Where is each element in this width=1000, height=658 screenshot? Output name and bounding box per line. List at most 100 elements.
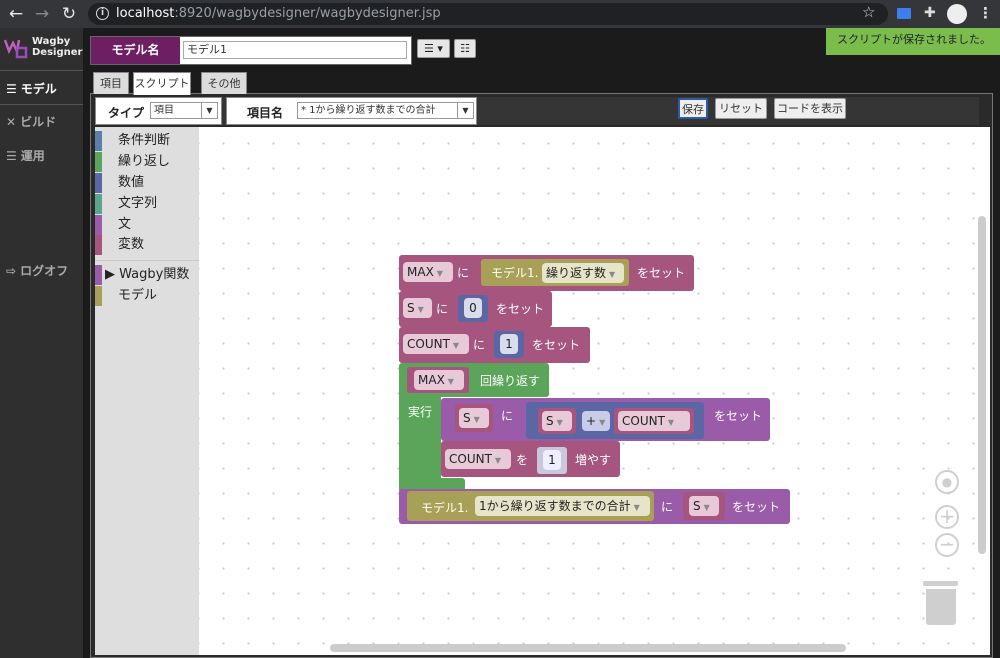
- type-select[interactable]: 項目 ▼: [150, 102, 218, 119]
- field-dropdown[interactable]: 繰り返す数 ▼: [542, 263, 624, 283]
- model-name-input[interactable]: モデル1: [183, 41, 407, 59]
- field-dropdown[interactable]: 1から繰り返す数までの合計 ▼: [475, 496, 650, 516]
- script-toolbar: タイプ 項目 ▼ 項目名 * 1から繰り返す数までの合計 ▼ 保存 リセット コ…: [95, 97, 979, 125]
- block-text: 実行: [408, 405, 433, 419]
- logo-line2: Designer: [32, 47, 83, 58]
- sidebar-item-label: 運用: [20, 149, 45, 163]
- block-text: を: [516, 453, 529, 467]
- model-field-block[interactable]: モデル1. 1から繰り返す数までの合計 ▼: [407, 491, 654, 521]
- sidebar-item-build[interactable]: ✕ ビルド: [6, 113, 56, 130]
- model-field-block[interactable]: モデル1. 繰り返す数 ▼: [481, 259, 629, 286]
- variable-name: MAX: [418, 373, 445, 387]
- variable-dropdown[interactable]: S ▼: [403, 298, 432, 318]
- database-icon: ☰: [6, 81, 17, 96]
- category-variables[interactable]: 変数: [95, 235, 199, 255]
- arithmetic-block[interactable]: S ▼ + ▼ COUNT ▼: [526, 402, 704, 439]
- variable-get-block[interactable]: S ▼: [455, 404, 493, 432]
- operator: +: [586, 414, 597, 428]
- set-variable-block[interactable]: COUNT ▼ に 1 をセット: [399, 327, 590, 363]
- chevron-down-icon: ▼: [417, 305, 424, 314]
- recenter-icon[interactable]: ●: [935, 470, 959, 494]
- show-code-button[interactable]: コードを表示: [774, 98, 846, 119]
- bookmark-star-icon[interactable]: ☆: [862, 3, 875, 21]
- number-block[interactable]: 0: [458, 295, 488, 322]
- category-statement[interactable]: 文: [95, 215, 199, 235]
- extension-screen-icon[interactable]: [897, 8, 911, 19]
- category-math[interactable]: 数値: [95, 173, 199, 193]
- variable-name: COUNT: [407, 337, 450, 351]
- tab-items[interactable]: 項目: [93, 72, 129, 94]
- variable-dropdown[interactable]: S ▼: [689, 496, 719, 516]
- set-variable-block[interactable]: S ▼ に S ▼ + ▼ COUNT ▼ をセット: [441, 398, 770, 441]
- variable-dropdown[interactable]: COUNT ▼: [403, 334, 469, 354]
- operator-dropdown[interactable]: + ▼: [582, 411, 610, 431]
- address-bar[interactable]: i localhost:8920/wagbydesigner/wagbydesi…: [88, 3, 888, 25]
- extensions-puzzle-icon[interactable]: ✚: [924, 5, 936, 21]
- category-color: [95, 286, 102, 306]
- category-loops[interactable]: 繰り返し: [95, 152, 199, 172]
- sidebar-item-label: モデル: [20, 82, 57, 96]
- set-model-field-block[interactable]: モデル1. 1から繰り返す数までの合計 ▼ に S ▼ をセット: [399, 489, 790, 524]
- variable-get-block[interactable]: COUNT ▼: [614, 408, 694, 434]
- variable-get-block[interactable]: S ▼: [538, 408, 576, 434]
- zoom-in-icon[interactable]: +: [935, 505, 959, 529]
- variable-dropdown[interactable]: MAX ▼: [414, 370, 464, 390]
- database-dropdown-button[interactable]: ☰ ▾: [417, 39, 450, 58]
- list-view-button[interactable]: ☷: [454, 39, 476, 58]
- variable-dropdown[interactable]: MAX ▼: [403, 262, 453, 282]
- chevron-down-icon: ▼: [599, 418, 606, 427]
- type-selector-group: タイプ 項目 ▼: [95, 97, 222, 125]
- set-variable-block[interactable]: MAX ▼ に モデル1. 繰り返す数 ▼ をセット: [399, 255, 694, 291]
- category-label: ▶ Wagby関数: [105, 267, 190, 282]
- profile-avatar[interactable]: [947, 4, 967, 24]
- browser-menu-icon[interactable]: ⋮: [978, 4, 993, 22]
- block-text: 増やす: [575, 453, 612, 467]
- number-value[interactable]: 1: [500, 334, 518, 354]
- category-model[interactable]: モデル: [95, 286, 199, 306]
- block-text: をセット: [496, 302, 545, 316]
- tab-other[interactable]: その他: [201, 72, 247, 94]
- wagby-designer-logo: Wagby Designer: [2, 32, 82, 62]
- number-value[interactable]: 0: [464, 298, 482, 318]
- logo-mark-icon: [4, 39, 28, 59]
- sidebar-item-logoff[interactable]: ⇨ ログオフ: [6, 262, 68, 279]
- variable-get-block[interactable]: MAX ▼: [407, 367, 469, 393]
- tab-script[interactable]: スクリプト: [133, 72, 191, 95]
- blockly-workspace[interactable]: [199, 127, 990, 655]
- category-logic[interactable]: 条件判断: [95, 131, 199, 151]
- number-block[interactable]: 1: [537, 447, 567, 474]
- zoom-out-icon[interactable]: −: [935, 533, 959, 557]
- forward-icon[interactable]: →: [31, 3, 53, 25]
- category-wagby-functions[interactable]: ▶ Wagby関数: [95, 265, 199, 285]
- variable-dropdown[interactable]: COUNT ▼: [445, 449, 511, 469]
- chevron-down-icon: ▼: [703, 503, 710, 512]
- block-text: 回繰り返す: [480, 374, 541, 388]
- horizontal-scrollbar[interactable]: [330, 644, 846, 652]
- sidebar-item-model[interactable]: ☰ モデル: [6, 80, 57, 97]
- vertical-scrollbar[interactable]: [978, 216, 986, 554]
- variable-name: MAX: [407, 265, 434, 279]
- repeat-block[interactable]: MAX ▼ 回繰り返す: [399, 363, 549, 397]
- block-text: をセット: [532, 338, 581, 352]
- sidebar: Wagby Designer ☰ モデル ✕ ビルド ☰ 運用 ⇨ ログオフ: [0, 28, 83, 658]
- reset-button[interactable]: リセット: [715, 98, 767, 119]
- save-button[interactable]: 保存: [678, 98, 708, 119]
- sidebar-item-operation[interactable]: ☰ 運用: [6, 147, 45, 164]
- number-value[interactable]: 1: [543, 450, 561, 470]
- sidebar-divider: [0, 70, 83, 71]
- item-selector-group: 項目名 * 1から繰り返す数までの合計 ▼: [226, 97, 477, 125]
- variable-get-block[interactable]: S ▼: [683, 492, 725, 520]
- category-text[interactable]: 文字列: [95, 194, 199, 214]
- set-variable-block[interactable]: S ▼ に 0 をセット: [399, 291, 552, 327]
- variable-dropdown[interactable]: S ▼: [542, 411, 572, 431]
- trash-icon[interactable]: [926, 589, 956, 625]
- increment-block[interactable]: COUNT ▼ を 1 増やす: [441, 441, 620, 477]
- back-icon[interactable]: ←: [5, 3, 27, 25]
- variable-dropdown[interactable]: S ▼: [459, 408, 489, 428]
- variable-dropdown[interactable]: COUNT ▼: [618, 411, 690, 431]
- reload-icon[interactable]: ↻: [58, 3, 80, 25]
- number-block[interactable]: 1: [494, 331, 524, 358]
- info-icon[interactable]: i: [96, 7, 109, 20]
- block-text: に: [473, 338, 486, 352]
- item-name-select[interactable]: * 1から繰り返す数までの合計 ▼: [297, 102, 474, 119]
